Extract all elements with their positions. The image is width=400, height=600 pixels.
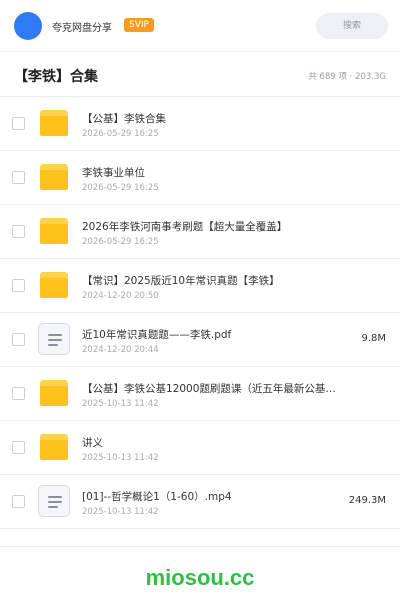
brand-name: 夸克网盘分享: [52, 23, 112, 34]
file-size: 9.8M: [361, 333, 386, 344]
folder-icon: [40, 380, 68, 406]
search-button[interactable]: 搜索: [316, 13, 388, 39]
select-checkbox[interactable]: [12, 171, 25, 184]
avatar[interactable]: [14, 12, 42, 40]
file-date: 2024-12-20 20:44: [82, 345, 159, 355]
folder-icon: [40, 164, 68, 190]
document-icon: [38, 323, 70, 355]
file-date: 2026-05-29 16:25: [82, 129, 159, 139]
select-checkbox[interactable]: [12, 333, 25, 346]
file-name[interactable]: 【常识】2025版近10年常识真题【李铁】: [82, 273, 346, 288]
file-date: 2026-05-29 16:25: [82, 237, 159, 247]
file-row[interactable]: 【公基】李铁合集 2026-05-29 16:25: [0, 97, 400, 151]
folder-icon: [40, 110, 68, 136]
file-row[interactable]: 讲义 2025-10-13 11:42: [0, 421, 400, 475]
folder-title-bar: 【李铁】合集 共 689 项 · 203.3G: [0, 52, 400, 97]
file-name[interactable]: [01]--哲学概论1（1-60）.mp4: [82, 489, 346, 504]
file-size: 249.3M: [348, 495, 386, 506]
folder-icon: [40, 272, 68, 298]
footer: miosou.cc: [0, 546, 400, 600]
file-row[interactable]: 【常识】2025版近10年常识真题【李铁】 2024-12-20 20:50: [0, 259, 400, 313]
select-checkbox[interactable]: [12, 117, 25, 130]
file-row[interactable]: 李铁事业单位 2026-05-29 16:25: [0, 151, 400, 205]
file-name[interactable]: 近10年常识真题题——李铁.pdf: [82, 327, 346, 342]
file-name[interactable]: 李铁事业单位: [82, 165, 346, 180]
file-date: 2024-12-20 20:50: [82, 291, 159, 301]
file-name[interactable]: 【公基】李铁公基12000题刷题课（近五年最新公基…: [82, 381, 346, 396]
select-checkbox[interactable]: [12, 441, 25, 454]
file-row[interactable]: 近10年常识真题题——李铁.pdf 2024-12-20 20:44 9.8M: [0, 313, 400, 367]
file-row[interactable]: 【公基】李铁公基12000题刷题课（近五年最新公基… 2025-10-13 11:…: [0, 367, 400, 421]
site-watermark: miosou.cc: [145, 565, 255, 590]
document-icon: [38, 485, 70, 517]
file-name[interactable]: 讲义: [82, 435, 346, 450]
page-title: 【李铁】合集: [14, 69, 98, 85]
svip-badge: SVIP: [124, 18, 154, 32]
folder-summary: 共 689 项 · 203.3G: [308, 72, 386, 82]
file-date: 2026-05-29 16:25: [82, 183, 159, 193]
file-row[interactable]: [01]--哲学概论1（1-60）.mp4 2025-10-13 11:42 249…: [0, 475, 400, 529]
select-checkbox[interactable]: [12, 279, 25, 292]
file-row[interactable]: 2026年李铁河南事考刷题【超大量全覆盖】 2026-05-29 16:25: [0, 205, 400, 259]
file-name[interactable]: 2026年李铁河南事考刷题【超大量全覆盖】: [82, 219, 346, 234]
select-checkbox[interactable]: [12, 495, 25, 508]
select-checkbox[interactable]: [12, 225, 25, 238]
file-date: 2025-10-13 11:42: [82, 399, 159, 409]
file-date: 2025-10-13 11:42: [82, 453, 159, 463]
top-header: 夸克网盘分享 SVIP 搜索: [0, 0, 400, 52]
file-list: 【公基】李铁合集 2026-05-29 16:25 李铁事业单位 2026-05-29…: [0, 97, 400, 529]
file-name[interactable]: 【公基】李铁合集: [82, 111, 346, 126]
folder-icon: [40, 218, 68, 244]
file-date: 2025-10-13 11:42: [82, 507, 159, 517]
folder-icon: [40, 434, 68, 460]
select-checkbox[interactable]: [12, 387, 25, 400]
